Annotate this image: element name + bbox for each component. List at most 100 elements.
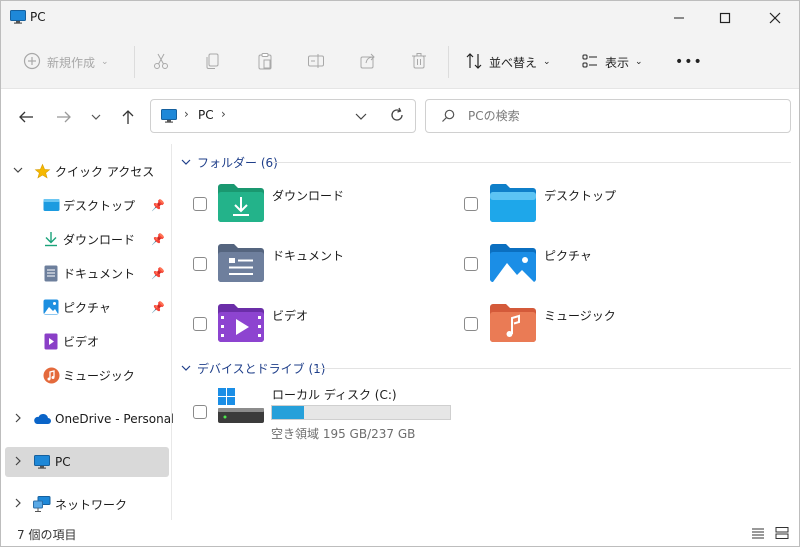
paste-icon xyxy=(256,52,274,73)
up-button[interactable] xyxy=(117,106,139,128)
search-box[interactable] xyxy=(425,99,791,133)
close-button[interactable] xyxy=(751,1,799,35)
desktop-folder-icon xyxy=(490,184,536,222)
video-icon xyxy=(42,332,60,350)
item-count: 7 個の項目 xyxy=(17,528,77,542)
sidebar-item-network[interactable]: ネットワーク xyxy=(5,489,169,519)
pc-icon xyxy=(10,10,26,27)
search-icon xyxy=(441,109,455,126)
folders-group-header[interactable]: フォルダー (6) xyxy=(181,152,278,172)
address-bar[interactable]: › PC › xyxy=(150,99,416,133)
sort-button-label: 並べ替え xyxy=(489,55,538,70)
sidebar-item-label: ダウンロード xyxy=(63,232,136,247)
chevron-down-icon[interactable] xyxy=(13,165,23,178)
navigation-pane: クイック アクセス デスクトップ 📌 ダウンロード 📌 ドキュメント 📌 ピクチ… xyxy=(1,144,174,520)
drives-group-header[interactable]: デバイスとドライブ (1) xyxy=(181,358,325,378)
drive-usage-bar xyxy=(271,405,451,420)
chevron-right-icon[interactable] xyxy=(13,498,23,511)
pin-icon[interactable]: 📌 xyxy=(151,199,165,212)
chevron-right-icon[interactable] xyxy=(13,413,23,426)
sidebar-item-desktop[interactable]: デスクトップ 📌 xyxy=(5,190,169,220)
item-checkbox[interactable] xyxy=(193,405,207,419)
network-icon xyxy=(33,495,51,513)
view-button-label: 表示 xyxy=(605,55,630,70)
drive-free-space: 空き領域 195 GB/237 GB xyxy=(271,427,416,441)
share-button[interactable] xyxy=(359,45,377,79)
sort-button[interactable]: 並べ替え ⌄ xyxy=(465,45,551,79)
rename-icon xyxy=(307,52,325,73)
new-button[interactable]: 新規作成 ⌄ xyxy=(23,45,109,79)
rename-button[interactable] xyxy=(307,45,325,79)
maximize-button[interactable] xyxy=(701,1,749,35)
recent-locations-button[interactable] xyxy=(85,106,107,128)
sidebar-item-label: デスクトップ xyxy=(63,198,136,213)
sidebar-item-onedrive[interactable]: OneDrive - Personal xyxy=(5,404,174,434)
address-history-button[interactable] xyxy=(354,109,368,126)
sidebar-item-pictures[interactable]: ピクチャ 📌 xyxy=(5,292,169,322)
breadcrumb-separator-icon: › xyxy=(184,107,189,121)
chevron-down-icon: ⌄ xyxy=(543,57,551,67)
star-icon xyxy=(33,162,51,180)
sidebar-item-videos[interactable]: ビデオ xyxy=(5,326,169,356)
drive-name: ローカル ディスク (C:) xyxy=(272,388,397,402)
group-title: デバイスとドライブ (1) xyxy=(197,361,326,376)
title-bar: PC xyxy=(1,1,799,35)
more-options-button[interactable]: ••• xyxy=(675,45,703,79)
item-checkbox[interactable] xyxy=(193,197,207,211)
videos-folder-icon xyxy=(218,304,264,342)
details-view-button[interactable] xyxy=(751,526,765,543)
group-title: フォルダー (6) xyxy=(197,155,278,170)
pin-icon[interactable]: 📌 xyxy=(151,301,165,314)
folder-name: デスクトップ xyxy=(544,189,617,203)
tiles-view-button[interactable] xyxy=(775,526,789,543)
sidebar-item-documents[interactable]: ドキュメント 📌 xyxy=(5,258,169,288)
sidebar-item-label: ドキュメント xyxy=(63,266,136,281)
paste-button[interactable] xyxy=(256,45,274,79)
folder-name: ドキュメント xyxy=(272,249,345,263)
ribbon-divider xyxy=(134,46,135,78)
forward-button[interactable] xyxy=(53,106,75,128)
arrow-up-icon xyxy=(122,110,134,124)
item-checkbox[interactable] xyxy=(193,317,207,331)
back-button[interactable] xyxy=(15,106,37,128)
download-icon xyxy=(42,230,60,248)
trash-icon xyxy=(410,52,428,73)
share-icon xyxy=(359,52,377,73)
chevron-down-icon xyxy=(181,365,191,371)
pc-icon xyxy=(33,453,51,471)
file-view: フォルダー (6) ダウンロード デスクトップ ドキュメント ピクチャ ビデオ … xyxy=(173,144,799,520)
window-title: PC xyxy=(30,10,46,24)
folder-name: ピクチャ xyxy=(544,249,592,263)
group-divider xyxy=(313,368,791,369)
pin-icon[interactable]: 📌 xyxy=(151,233,165,246)
onedrive-cloud-icon xyxy=(33,410,51,428)
minimize-button[interactable] xyxy=(655,1,703,35)
copy-icon xyxy=(204,52,222,73)
refresh-button[interactable] xyxy=(389,107,405,126)
downloads-folder-icon xyxy=(218,184,264,222)
pictures-icon xyxy=(42,298,60,316)
sidebar-item-label: ネットワーク xyxy=(55,497,128,512)
sidebar-item-pc[interactable]: PC xyxy=(5,447,169,477)
desktop-icon xyxy=(42,196,60,214)
sidebar-item-music[interactable]: ミュージック xyxy=(5,360,169,390)
status-bar: 7 個の項目 xyxy=(1,520,799,546)
group-divider xyxy=(273,162,791,163)
search-input[interactable] xyxy=(468,107,768,125)
item-checkbox[interactable] xyxy=(193,257,207,271)
pin-icon[interactable]: 📌 xyxy=(151,267,165,280)
document-icon xyxy=(42,264,60,282)
cut-button[interactable] xyxy=(152,45,170,79)
new-button-label: 新規作成 xyxy=(47,55,96,70)
item-checkbox[interactable] xyxy=(464,257,478,271)
chevron-right-icon[interactable] xyxy=(13,456,23,469)
item-checkbox[interactable] xyxy=(464,197,478,211)
breadcrumb-item-pc[interactable]: PC xyxy=(198,108,214,122)
sidebar-item-quick-access[interactable]: クイック アクセス xyxy=(5,156,169,186)
copy-button[interactable] xyxy=(204,45,222,79)
item-checkbox[interactable] xyxy=(464,317,478,331)
sidebar-item-downloads[interactable]: ダウンロード 📌 xyxy=(5,224,169,254)
breadcrumb-separator-icon[interactable]: › xyxy=(221,107,226,121)
delete-button[interactable] xyxy=(410,45,428,79)
view-button[interactable]: 表示 ⌄ xyxy=(581,45,643,79)
